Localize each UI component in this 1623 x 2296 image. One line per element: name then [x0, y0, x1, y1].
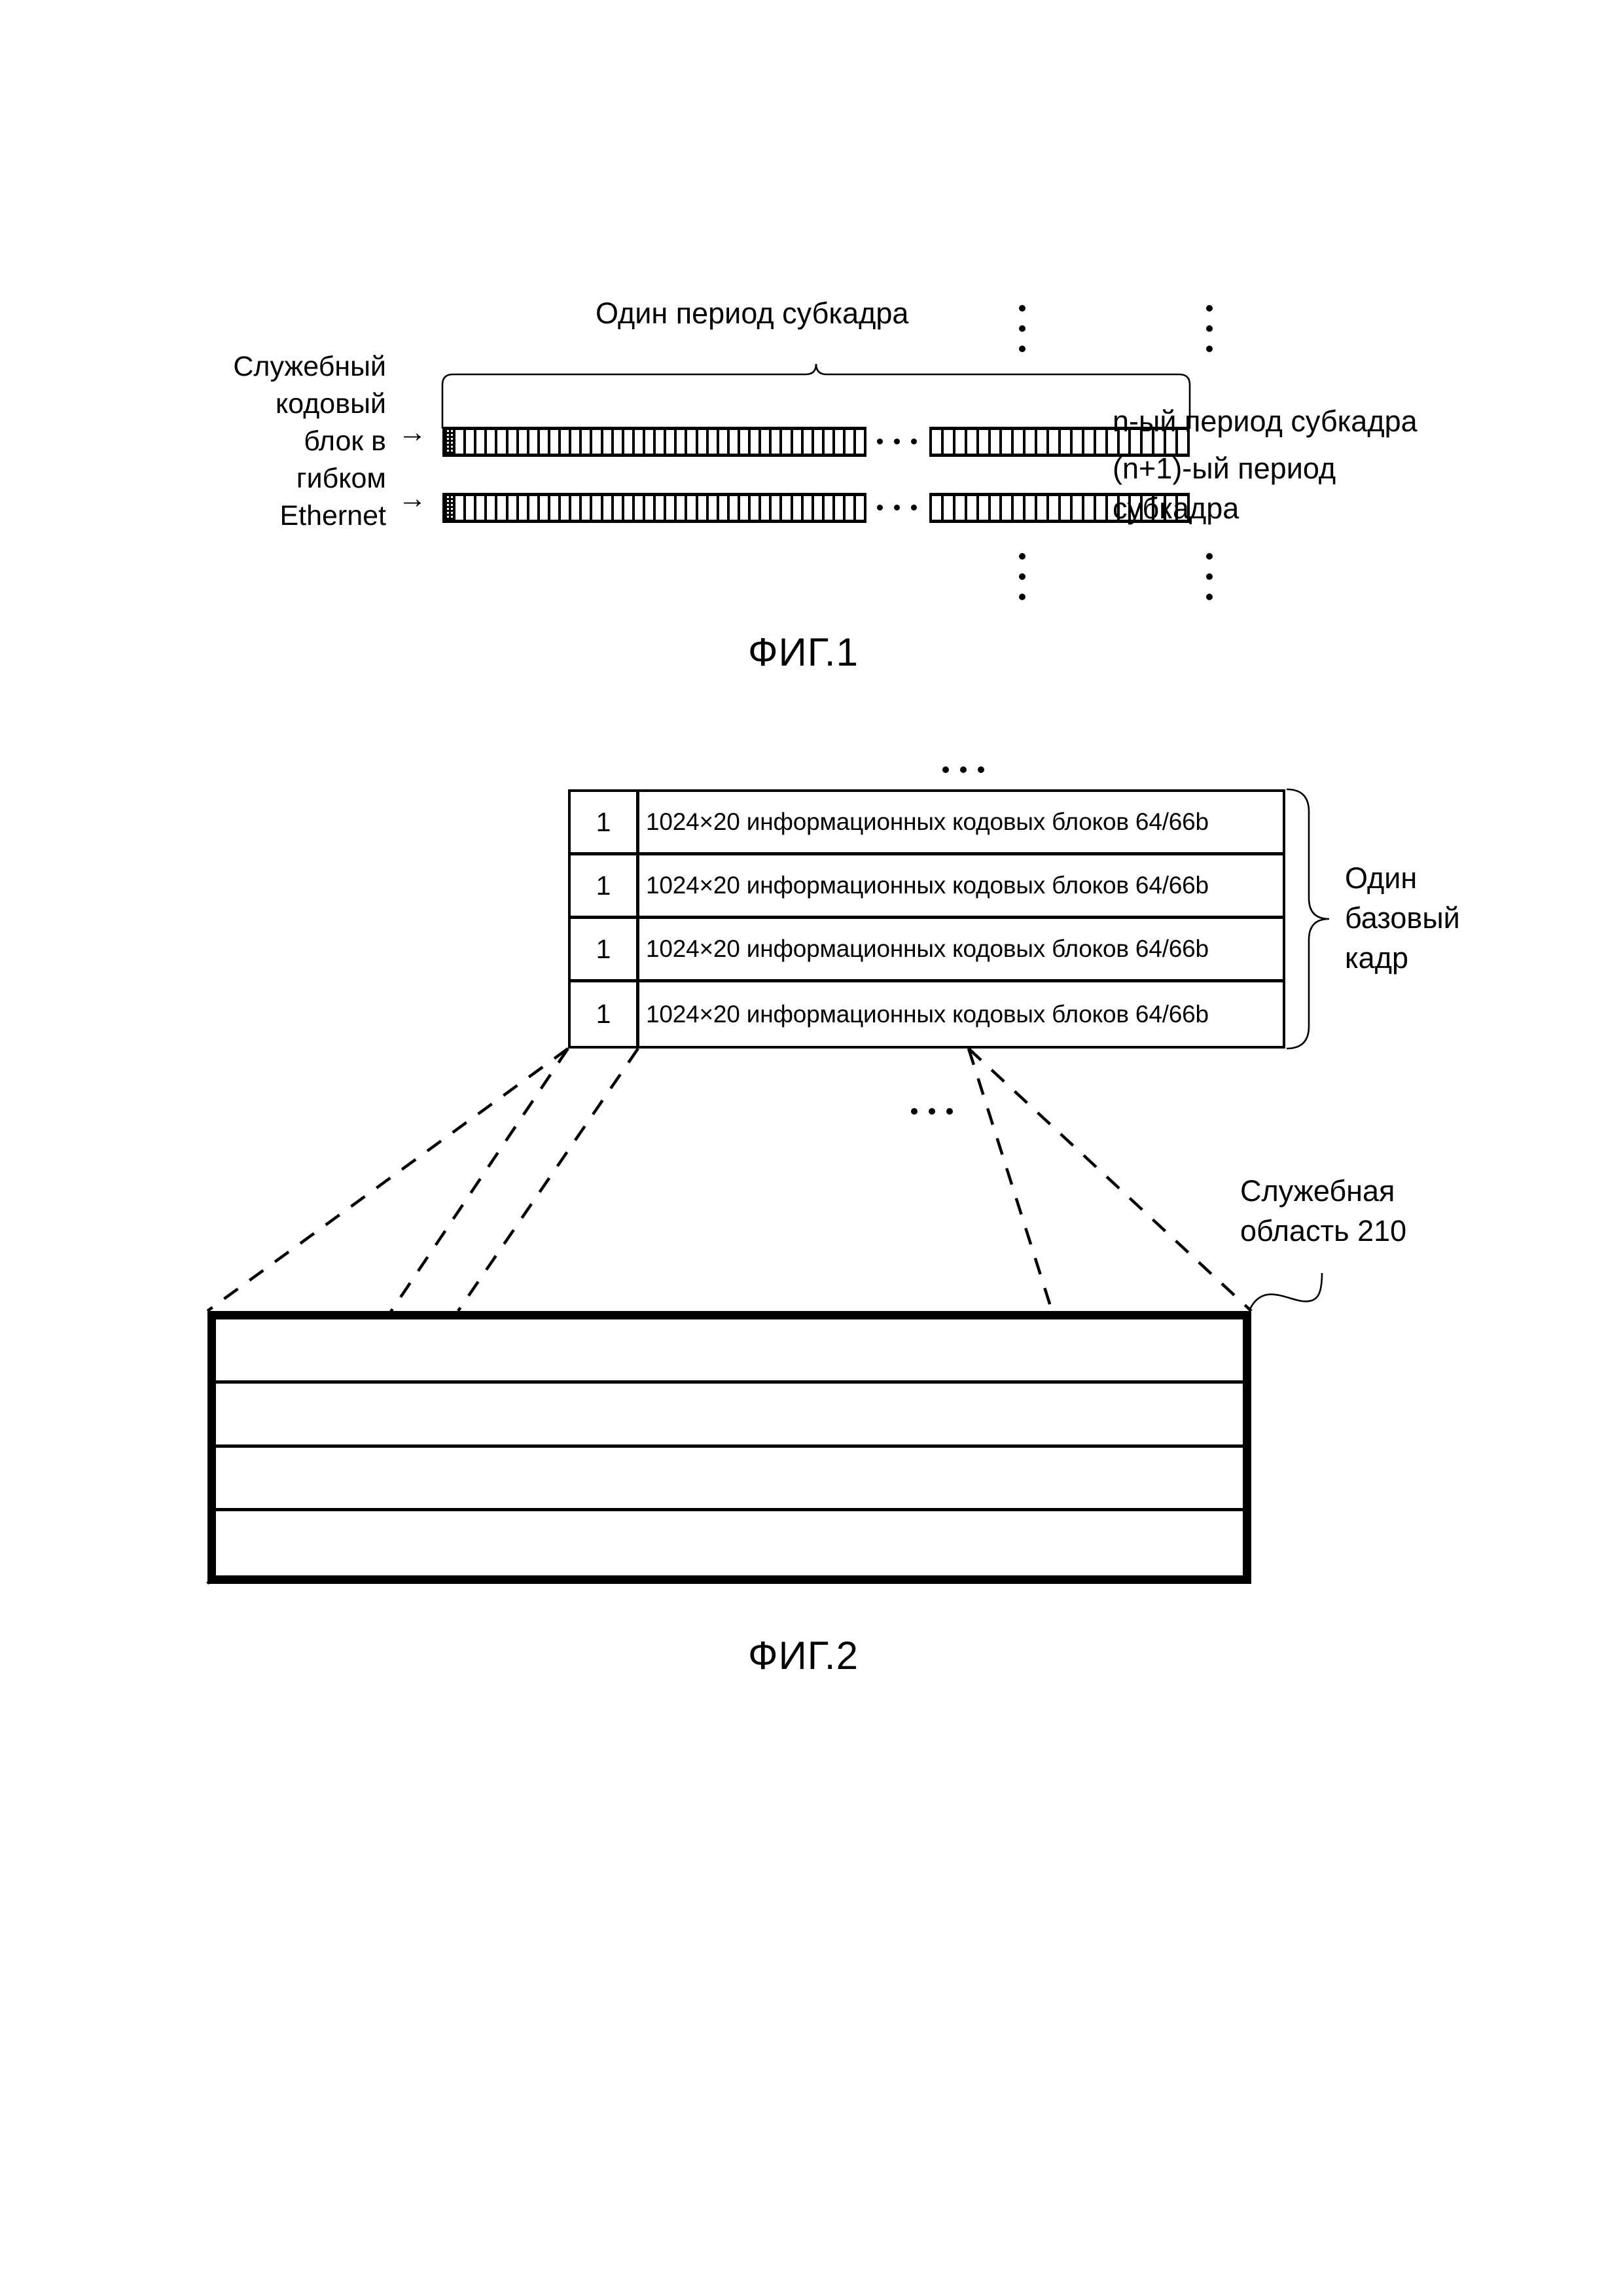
- overhead-region-row: [216, 1384, 1243, 1448]
- dashed-line-mid-left: [457, 1047, 639, 1312]
- figure2-overhead-region-frame: [207, 1311, 1251, 1584]
- figure-2: 1 1024×20 информационных кодовых блоков …: [0, 0, 1623, 1767]
- figure2-caption: ФИГ.2: [748, 1634, 859, 1677]
- overhead-region-row: [216, 1319, 1243, 1384]
- dashed-line-left-outer: [206, 1047, 569, 1312]
- patent-drawing-page: Один период субкадра Служебный кодовый б…: [0, 0, 1623, 2296]
- overhead-region-row: [216, 1511, 1243, 1575]
- overhead-region-row: [216, 1448, 1243, 1512]
